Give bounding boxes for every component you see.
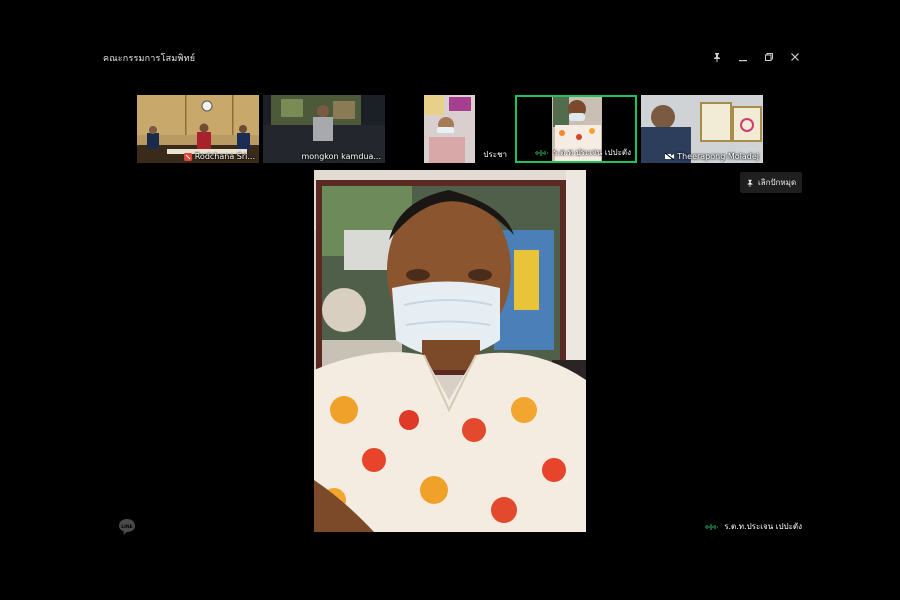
line-logo: LINE [117, 517, 137, 541]
unpin-button[interactable]: เลิกปักหมุด [740, 172, 803, 193]
speaker-label: ร.ต.ท.ประเจน เปปะตัง [704, 520, 802, 533]
participant-name: mongkon kamdua... [301, 152, 381, 161]
main-speaker-video [314, 170, 586, 532]
restore-icon[interactable] [762, 50, 776, 64]
speaker-scene [314, 170, 586, 532]
participant-name: ร.ต.ท.ประเจน เปปะตัง [534, 146, 631, 159]
mic-muted-icon [183, 152, 192, 161]
participant-name: Rodchana Sri... [183, 152, 255, 161]
window-controls [710, 50, 802, 64]
participant-tile-active[interactable]: ร.ต.ท.ประเจน เปปะตัง [515, 95, 637, 163]
close-icon[interactable] [788, 50, 802, 64]
participant-strip: Rodchana Sri... mongkon kamdua... ประชา … [137, 95, 763, 163]
pin-icon [747, 179, 753, 187]
speaking-wave-icon [535, 149, 549, 156]
participant-tile[interactable]: mongkon kamdua... [263, 95, 385, 163]
line-logo-text: LINE [121, 524, 132, 530]
participant-name: Theerapong Moladej [665, 152, 759, 161]
participant-tile[interactable]: Theerapong Moladej [641, 95, 763, 163]
participant-tile[interactable]: ประชา [389, 95, 511, 163]
camera-off-icon [665, 153, 675, 160]
pin-icon[interactable] [710, 50, 724, 64]
window-title: คณะกรรมการโสมพิทย์ [103, 54, 196, 64]
minimize-icon[interactable] [736, 50, 750, 64]
participant-name: ประชา [483, 150, 507, 159]
speaking-wave-icon [705, 523, 719, 530]
participant-tile[interactable]: Rodchana Sri... [137, 95, 259, 163]
